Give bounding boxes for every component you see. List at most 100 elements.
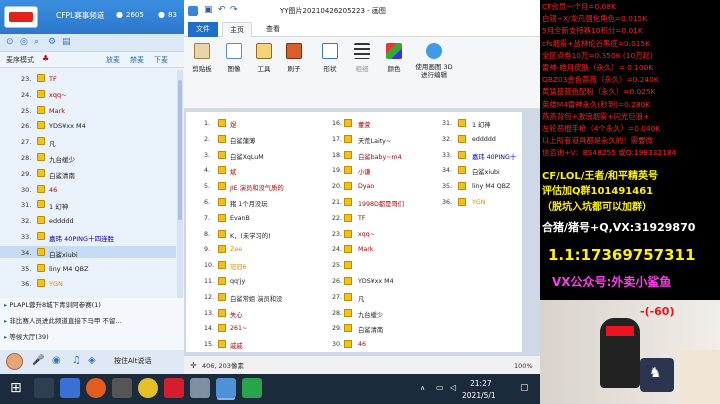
- undo-icon[interactable]: ↶: [218, 6, 226, 15]
- notification-icon[interactable]: ▢: [520, 384, 529, 393]
- app-icon[interactable]: [190, 378, 210, 398]
- shapes-button[interactable]: 形状: [316, 43, 344, 73]
- list-item[interactable]: 24. xqq~: [0, 88, 176, 101]
- mic-icon[interactable]: 🎤: [32, 356, 44, 366]
- username: YDS¥xx M4: [358, 278, 394, 285]
- queue-number: 34.: [21, 248, 32, 257]
- list-item[interactable]: 35. liny M4 QBZ: [0, 262, 176, 275]
- vip-badge-icon: [344, 245, 352, 254]
- queue-scrollbar[interactable]: [177, 70, 183, 298]
- username: liny M4 QBZ: [472, 183, 511, 191]
- member-count: 2605: [126, 11, 144, 19]
- list-item[interactable]: 36. YGN: [0, 277, 176, 290]
- price-line: CF会员一个月=0.08K: [542, 2, 616, 11]
- app-icon[interactable]: [86, 378, 106, 398]
- canvas-area[interactable]: 1. 煜 2. 白鲨蒲薄 3. 白鲨XqLuM 4. 斌 5. JIE 演员和没气质的 6. 猪 1个…: [184, 109, 540, 355]
- app-icon[interactable]: [164, 378, 184, 398]
- vip-badge-icon: [344, 213, 352, 222]
- redo-icon[interactable]: ↷: [230, 6, 238, 15]
- queue-number: 34.: [442, 167, 453, 175]
- queue-number: 22.: [332, 214, 343, 222]
- list-item[interactable]: 29. 白鲨清南: [0, 167, 176, 180]
- tab-fangmai[interactable]: 放麦: [106, 57, 120, 64]
- tab-xiamai[interactable]: 下麦: [154, 57, 168, 64]
- pencil-icon: [256, 43, 272, 59]
- list-item: 36. YGN: [186, 195, 522, 209]
- tab-view[interactable]: 查看: [258, 22, 288, 37]
- queue-number: 23.: [21, 75, 32, 83]
- list-item[interactable]: 25. Mark: [0, 104, 176, 117]
- app-icon[interactable]: [112, 378, 132, 398]
- brushes-button[interactable]: 刷子: [280, 43, 308, 73]
- paint-app-icon: [188, 6, 198, 16]
- mic-mode-label[interactable]: 麦序模式: [6, 57, 34, 64]
- paint-taskbar-icon[interactable]: [216, 378, 236, 398]
- size-button[interactable]: 粗细: [348, 43, 376, 73]
- image-canvas[interactable]: 1. 煜 2. 白鲨蒲薄 3. 白鲨XqLuM 4. 斌 5. JIE 演员和没气质的 6. 猪 1个…: [186, 112, 522, 352]
- list-item: 31. 1 幻神: [186, 116, 522, 130]
- palette-icon: [386, 43, 402, 59]
- avatar[interactable]: [6, 353, 23, 370]
- speaker-icon[interactable]: ◉: [52, 356, 61, 366]
- list-item: 34. 白鲨xiubi: [186, 163, 522, 177]
- volume-icon[interactable]: ◁: [450, 384, 456, 392]
- music-icon[interactable]: ♫: [72, 356, 81, 366]
- list-item[interactable]: 34. 白鲨xiubi: [0, 245, 176, 259]
- queue-number: 24.: [21, 90, 32, 99]
- username: 凡: [49, 140, 56, 149]
- channel-item[interactable]: ▸ PLAPL蓉升8城下青训阿参赛(1): [4, 302, 101, 309]
- list-item[interactable]: 30. 46: [0, 183, 176, 196]
- chat-icon[interactable]: ▤: [62, 38, 71, 47]
- tab-home[interactable]: 主页: [222, 22, 252, 37]
- tab-jinmai[interactable]: 禁麦: [130, 57, 144, 64]
- channel-logo: [4, 6, 38, 28]
- task-view-icon[interactable]: [34, 378, 54, 398]
- tools-button[interactable]: 工具: [250, 43, 278, 73]
- price-line: 信咨询+V：BS48255 或Q:198332184: [542, 148, 677, 158]
- headset-icon[interactable]: ◈: [88, 356, 96, 366]
- clipboard-button[interactable]: 剪贴板: [188, 43, 216, 73]
- queue-number: 36.: [21, 280, 32, 289]
- image-button[interactable]: 图像: [220, 43, 248, 73]
- price-line: 全区点券10万=0.350K (10万起): [542, 50, 653, 60]
- list-item[interactable]: 28. 九台缓少: [0, 151, 176, 164]
- location-icon[interactable]: ◎: [20, 38, 28, 47]
- network-icon[interactable]: ▭: [436, 384, 444, 392]
- list-item[interactable]: 27. 凡: [0, 135, 176, 148]
- app-icon[interactable]: [60, 378, 80, 398]
- vip-badge-icon: [344, 324, 352, 333]
- clock-time[interactable]: 21:27: [470, 380, 492, 388]
- paint3d-button[interactable]: 使用画图 3D 进行编辑: [414, 43, 454, 80]
- list-item[interactable]: 33. 嘉玮 40PING十四连胜: [0, 230, 176, 243]
- search-icon[interactable]: ⌕: [34, 38, 39, 47]
- pin-icon[interactable]: ⊙: [6, 38, 14, 47]
- stream-overlay: CF会员一个月=0.08K 白银~X/龙凡强化角色=0.015K 5月全新支持赛10…: [540, 0, 720, 300]
- app-icon[interactable]: [138, 378, 158, 398]
- app-icon[interactable]: [242, 378, 262, 398]
- channel-item[interactable]: ▸ 等候大厅(39): [4, 334, 49, 341]
- tab-file[interactable]: 文件: [188, 22, 218, 37]
- list-item: 24. Mark: [186, 242, 522, 256]
- list-item[interactable]: 32. eddddd: [0, 214, 176, 227]
- channel-toolbar: ⊙ ◎ ⌕ ⚙ ▤: [0, 34, 184, 52]
- windows-start-icon[interactable]: ⊞: [10, 381, 22, 395]
- tray-chevron-icon[interactable]: ∧: [420, 385, 425, 392]
- username: xqq~: [358, 230, 375, 238]
- mic-mode-icon[interactable]: ♣: [42, 55, 49, 63]
- line-width-icon: [354, 43, 370, 59]
- people-icon: ●: [158, 10, 165, 19]
- list-item[interactable]: 31. 1 幻神: [0, 198, 176, 211]
- clock-date[interactable]: 2021/5/1: [462, 392, 496, 400]
- username: Mark: [358, 246, 374, 254]
- queue-number: 28.: [332, 309, 343, 317]
- list-item[interactable]: 26. YDS¥xx M4: [0, 119, 176, 132]
- user-icon: ●: [116, 10, 123, 19]
- promo-line: 评估加Q群101491461: [542, 186, 654, 197]
- save-icon[interactable]: ▣: [204, 6, 213, 15]
- gear-icon[interactable]: ⚙: [48, 38, 56, 47]
- list-item[interactable]: 23. TF: [0, 72, 176, 85]
- online-count: 83: [168, 11, 177, 19]
- colors-button[interactable]: 颜色: [380, 43, 408, 73]
- channel-item[interactable]: ▸ 非比赛人员进此频道直接下马甲 不留...: [4, 318, 122, 325]
- vip-badge-icon: [37, 137, 45, 146]
